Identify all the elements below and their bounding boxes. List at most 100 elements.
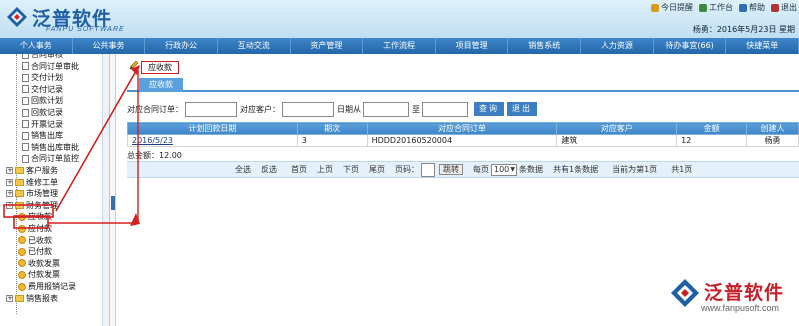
sidebar-item-0[interactable]: 合同审核 [22, 54, 63, 60]
sidebar-item-3[interactable]: 交付记录 [22, 84, 63, 95]
sidebar-tree: 合同审核合同订单审批 交付计划 交付记录 回款计划 回款记录 开票记录 销售出库 销售出库审批… [0, 54, 110, 326]
query-button[interactable]: 查询 [474, 102, 504, 116]
col-order[interactable]: 对应合同订单 [366, 122, 558, 135]
first-page-link[interactable]: 首页 [291, 164, 307, 175]
sidebar-item-label: 已收款 [28, 235, 52, 245]
menu-item-5[interactable]: 工作流程 [363, 38, 436, 54]
menu-item-8[interactable]: 人力资源 [581, 38, 654, 54]
toplink-3[interactable]: 退出 [771, 2, 797, 13]
customer-filter-input[interactable] [282, 101, 334, 117]
menu-item-0[interactable]: 个人事务 [0, 38, 73, 54]
menu-item-1[interactable]: 公共事务 [73, 38, 146, 54]
receivable-table: 计划回款日期 期次 对应合同订单 对应客户 金额 创建人 2016/5/23 3… [127, 122, 799, 147]
user-date-line: 杨勇：2016年5月23日 星期 [692, 25, 795, 34]
sidebar-item-4[interactable]: 回款计划 [22, 95, 63, 106]
user-icon [18, 282, 26, 291]
toplink-1[interactable]: 工作台 [699, 2, 733, 13]
next-page-link[interactable]: 下页 [343, 164, 359, 175]
expand-icon[interactable]: + [6, 190, 13, 198]
col-plan-date[interactable]: 计划回款日期 [127, 122, 298, 135]
sidebar-item-15[interactable]: 应付款 [18, 223, 52, 234]
go-page-button[interactable]: 跳转 [439, 164, 463, 175]
doc-icon [22, 108, 29, 117]
sidebar-item-20[interactable]: 费用报销记录 [18, 281, 76, 292]
last-page-link[interactable]: 尾页 [369, 164, 385, 175]
toplink-2[interactable]: 帮助 [739, 2, 765, 13]
sidebar-collapse-bar[interactable] [110, 54, 116, 326]
sidebar-item-21[interactable]: + 销售报表 [6, 293, 58, 304]
menu-item-7[interactable]: 销售系统 [508, 38, 582, 54]
expand-icon[interactable]: + [6, 178, 13, 186]
sidebar-item-19[interactable]: 付款发票 [18, 269, 60, 280]
sidebar-item-label: 付款发票 [28, 270, 60, 280]
per-page-value: 100 [494, 164, 510, 174]
sidebar-item-label: 应付款 [28, 224, 52, 233]
sidebar-item-label: 交付计划 [31, 73, 63, 83]
toplink-label: 帮助 [749, 3, 765, 12]
cell-period: 3 [296, 134, 368, 147]
sidebar-item-6[interactable]: 开票记录 [22, 119, 63, 130]
sidebar-item-16[interactable]: 已收款 [18, 235, 52, 246]
col-customer[interactable]: 对应客户 [556, 122, 678, 135]
sidebar-item-label: 应收款 [28, 212, 52, 222]
date-from-input[interactable] [363, 101, 409, 117]
user-icon [18, 259, 26, 268]
cell-plan-date[interactable]: 2016/5/23 [127, 134, 298, 147]
page-number-input[interactable] [421, 162, 435, 177]
date-from-label: 日期从 [337, 104, 361, 114]
plan-date-link[interactable]: 2016/5/23 [132, 136, 173, 145]
breadcrumb-receivable: 应收款 [141, 61, 179, 74]
brand-subtitle: FANPU SOFTWARE [46, 26, 125, 33]
sidebar-item-label: 费用报销记录 [28, 282, 76, 291]
sidebar-item-8[interactable]: 销售出库审批 [22, 142, 79, 153]
menu-item-9[interactable]: 待办事宜(66) [654, 38, 727, 54]
sidebar-item-14[interactable]: 应收款 [18, 211, 52, 222]
expand-icon[interactable]: + [6, 201, 13, 209]
watermark-logo-icon [671, 279, 699, 307]
col-period[interactable]: 期次 [296, 122, 368, 135]
sidebar-item-2[interactable]: 交付计划 [22, 72, 63, 83]
table-row[interactable]: 2016/5/23 3 HDDD20160520004 建筑 12 杨勇 [127, 134, 799, 147]
sidebar-item-9[interactable]: 合同订单监控 [22, 153, 79, 164]
menu-item-4[interactable]: 资产管理 [291, 38, 364, 54]
sidebar-item-12[interactable]: + 市场管理 [6, 188, 58, 199]
sidebar-item-17[interactable]: 已付款 [18, 246, 52, 257]
menu-item-3[interactable]: 互动交流 [218, 38, 291, 54]
expand-icon[interactable]: + [6, 294, 13, 302]
col-creator[interactable]: 创建人 [746, 122, 799, 135]
menu-item-2[interactable]: 行政办公 [145, 38, 218, 54]
menu-item-10[interactable]: 快捷菜单 [726, 38, 799, 54]
sidebar-item-10[interactable]: + 客户服务 [6, 165, 58, 176]
sidebar-scrollbar[interactable] [102, 54, 109, 326]
sidebar-item-11[interactable]: + 维修工单 [6, 177, 58, 188]
per-page-select[interactable]: 100 ▼ [491, 163, 517, 176]
sidebar-item-1[interactable]: 合同订单审批 [22, 61, 79, 72]
sidebar-item-13[interactable]: + 财务管理 [6, 200, 58, 211]
expand-icon[interactable]: + [6, 167, 13, 174]
col-amount[interactable]: 金额 [676, 122, 748, 135]
invert-selection-link[interactable]: 反选 [261, 164, 277, 175]
toplink-0[interactable]: 今日提醒 [651, 2, 693, 13]
sidebar-item-5[interactable]: 回款记录 [22, 107, 63, 118]
date-to-input[interactable] [422, 101, 468, 117]
sidebar-item-label: 交付记录 [31, 84, 63, 94]
prev-page-link[interactable]: 上页 [317, 164, 333, 175]
tab-receivable[interactable]: 应收款 [139, 78, 183, 92]
sidebar-item-18[interactable]: 收款发票 [18, 258, 60, 269]
exit-button[interactable]: 退出 [507, 102, 537, 116]
select-all-link[interactable]: 全选 [235, 164, 251, 175]
order-filter-input[interactable] [185, 101, 237, 117]
sidebar-item-label: 合同订单审批 [31, 61, 79, 71]
filter-row: 对应合同订单： 对应客户： 日期从 至 查询 退出 [127, 101, 537, 117]
order-filter-label: 对应合同订单： [127, 104, 183, 114]
sidebar-item-label: 客户服务 [26, 166, 58, 175]
menu-item-6[interactable]: 项目管理 [436, 38, 509, 54]
sidebar-item-label: 合同审核 [31, 54, 63, 59]
sidebar-item-label: 收款发票 [28, 258, 60, 268]
cell-order: HDDD20160520004 [366, 134, 558, 147]
date-to-label: 至 [412, 104, 420, 114]
doc-icon [22, 131, 29, 140]
user-icon [18, 270, 26, 279]
collapse-arrow-icon[interactable] [111, 196, 115, 210]
sidebar-item-7[interactable]: 销售出库 [22, 130, 63, 141]
